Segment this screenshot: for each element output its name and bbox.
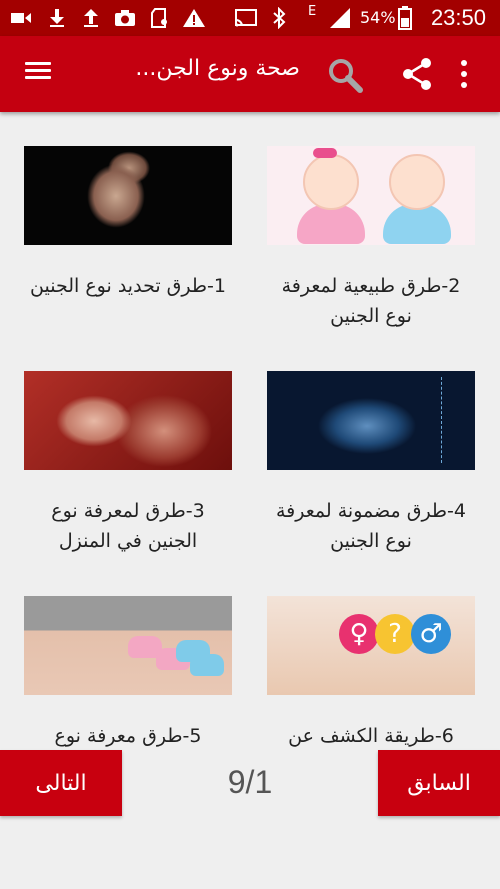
article-card[interactable]: 2-طرق طبيعية لمعرفة نوع الجنين	[267, 146, 475, 331]
article-title: 6-طريقة الكشف عن	[288, 725, 454, 747]
article-thumbnail	[267, 146, 475, 245]
article-thumbnail	[24, 596, 232, 695]
article-card[interactable]: 5-طرق معرفة نوع	[24, 596, 232, 750]
article-card[interactable]: 4-طرق مضمونة لمعرفة نوع الجنين	[267, 371, 475, 556]
article-title: 4-طرق مضمونة لمعرفة نوع الجنين	[276, 500, 466, 552]
cast-icon	[234, 6, 258, 30]
camera-icon	[114, 6, 136, 30]
status-bar: E 54% 23:50	[0, 0, 500, 36]
download-icon	[48, 6, 66, 30]
article-thumbnail	[24, 371, 232, 470]
upload-icon	[82, 6, 100, 30]
battery-icon	[398, 6, 412, 30]
previous-button[interactable]: السابق	[378, 750, 500, 816]
search-icon[interactable]	[326, 56, 364, 94]
status-clock: 23:50	[430, 5, 486, 30]
battery-percent: 54%	[360, 8, 396, 27]
article-thumbnail: ♀ ? ♂	[267, 596, 475, 695]
share-icon[interactable]	[400, 56, 434, 92]
network-type-label: E	[308, 4, 317, 19]
bluetooth-icon	[272, 6, 286, 30]
pagination-bar: التالى 9/1 السابق	[0, 750, 500, 820]
page-title: صحة ونوع الجن...	[135, 56, 300, 81]
article-title: 3-طرق لمعرفة نوع الجنين في المنزل	[51, 500, 205, 552]
article-title: 1-طرق تحديد نوع الجنين	[30, 275, 226, 297]
page-indicator: 9/1	[227, 764, 273, 800]
article-card[interactable]: 3-طرق لمعرفة نوع الجنين في المنزل	[24, 371, 232, 556]
menu-icon[interactable]	[22, 58, 54, 90]
article-card[interactable]: ♀ ? ♂ 6-طريقة الكشف عن	[267, 596, 475, 750]
more-vert-icon[interactable]	[452, 58, 476, 90]
article-card[interactable]: 1-طرق تحديد نوع الجنين	[24, 146, 232, 301]
male-symbol-icon: ♂	[411, 614, 451, 654]
app-bar: صحة ونوع الجن...	[0, 36, 500, 112]
warning-icon	[182, 6, 206, 30]
article-thumbnail	[267, 371, 475, 470]
article-grid: 1-طرق تحديد نوع الجنين 2-طرق طبيعية لمعر…	[0, 112, 500, 750]
article-title: 2-طرق طبيعية لمعرفة نوع الجنين	[281, 275, 461, 327]
article-title: 5-طرق معرفة نوع	[54, 725, 202, 747]
question-mark-icon: ?	[375, 614, 415, 654]
signal-icon	[328, 6, 352, 30]
article-thumbnail	[24, 146, 232, 245]
female-symbol-icon: ♀	[339, 614, 379, 654]
next-button[interactable]: التالى	[0, 750, 122, 816]
sd-card-icon	[150, 6, 170, 30]
video-icon	[10, 6, 32, 30]
